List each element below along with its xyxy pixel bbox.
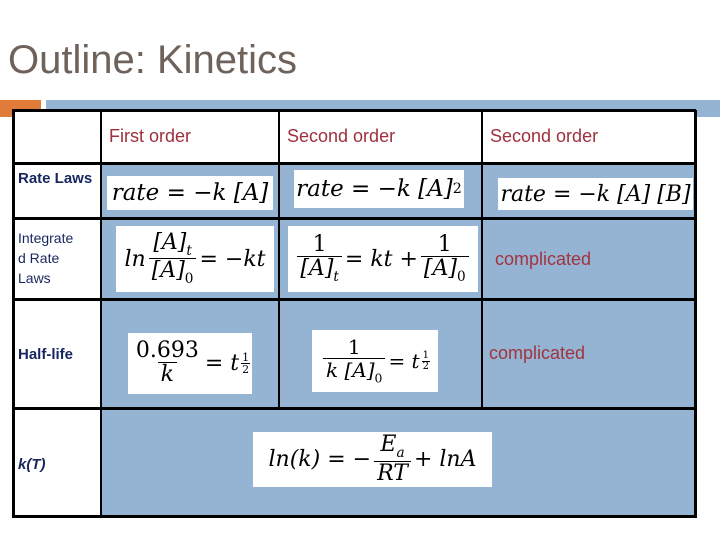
- integrated-complicated-text: complicated: [495, 249, 592, 269]
- table-border-right: [694, 110, 697, 518]
- row-label-line: Laws: [18, 270, 51, 286]
- header-first-order: First order: [109, 126, 192, 146]
- math-text: [B]: [657, 181, 691, 207]
- table-border-bottom: [12, 515, 697, 518]
- math-fraction: 0.693 k: [133, 339, 202, 387]
- math-text: [A]: [617, 181, 651, 207]
- header-cell-second-order-ab: Second order: [482, 110, 695, 163]
- col-divider: [481, 110, 483, 408]
- row-divider: [12, 407, 696, 410]
- math-text: k [A]: [326, 357, 375, 382]
- math-text: a: [396, 445, 405, 462]
- row-label-text: Half-life: [18, 346, 74, 363]
- header-cell-second-order-a: Second order: [279, 110, 482, 163]
- math-text: =: [166, 180, 186, 206]
- math-text: E: [380, 432, 397, 458]
- math-text: = t: [388, 349, 420, 373]
- col-divider: [278, 110, 280, 408]
- math-fraction: [A]t [A]0: [148, 229, 197, 288]
- math-text: −k: [578, 181, 611, 207]
- formula-integrated-second-order: 1 [A]t = kt + 1 [A]0: [288, 226, 478, 292]
- math-text: t: [333, 269, 339, 286]
- formula-half-life-second-order: 1 k [A]0 = t 1 2: [312, 330, 438, 392]
- table-border-left: [12, 110, 15, 517]
- math-text: [A]: [233, 180, 269, 206]
- math-text: rate: [296, 176, 344, 202]
- formula-half-life-first-order: 0.693 k = t 1 2: [128, 333, 252, 394]
- math-text: t: [186, 242, 192, 259]
- math-text: 2: [452, 181, 462, 197]
- math-fraction: Ea RT: [374, 433, 411, 486]
- math-text: RT: [374, 460, 411, 486]
- row-label-k-of-t: k(T): [18, 454, 46, 475]
- row-divider: [12, 162, 696, 165]
- header-second-order-ab: Second order: [490, 126, 599, 146]
- half-life-complicated-text: complicated: [489, 343, 586, 363]
- formula-rate-second-order-ab: rate = −k [A] [B]: [498, 178, 693, 210]
- header-cell-first-order: First order: [101, 110, 279, 163]
- row-label-rate-laws: Rate Laws: [18, 168, 98, 189]
- math-fraction: 1 k [A]0: [323, 334, 386, 386]
- math-text: 2: [422, 360, 429, 372]
- row-divider: [12, 217, 696, 220]
- math-text: =: [351, 176, 371, 202]
- math-text: + lnA: [413, 447, 477, 472]
- math-text: 0.693: [135, 338, 199, 364]
- math-text: −k: [193, 180, 227, 206]
- row-divider: [12, 298, 696, 301]
- formula-rate-second-order: rate = −k [A] 2: [294, 170, 464, 208]
- math-text: rate: [500, 181, 546, 207]
- math-text: 1: [421, 349, 430, 362]
- math-text: 1: [437, 231, 452, 257]
- math-text: [A]: [153, 229, 187, 255]
- table-border-top: [12, 109, 696, 112]
- formula-integrated-first-order: ln [A]t [A]0 = −kt: [116, 226, 274, 292]
- row-label-line: Integrate: [18, 230, 74, 246]
- math-fraction: 1 [A]t: [297, 233, 342, 285]
- header-second-order-a: Second order: [287, 126, 396, 146]
- col-divider: [100, 110, 102, 517]
- math-half: 1 2: [421, 349, 430, 372]
- math-text: [A]: [151, 258, 185, 284]
- formula-rate-first-order: rate = −k [A]: [107, 176, 273, 210]
- math-text: 0: [184, 271, 194, 288]
- header-row: First order Second order Second order: [12, 110, 695, 163]
- math-text: 1: [347, 334, 361, 359]
- row-label-integrated-rate-laws: Integrate d Rate Laws: [18, 228, 100, 288]
- math-text: −k: [377, 176, 411, 202]
- math-text: k: [157, 362, 178, 387]
- math-text: [A]: [418, 176, 453, 202]
- row-label-half-life: Half-life: [18, 344, 73, 365]
- math-text: [A]: [423, 255, 457, 281]
- math-text: = kt +: [344, 246, 418, 272]
- row-label-text: k(T): [18, 456, 46, 473]
- math-text: = −kt: [199, 246, 266, 272]
- formula-arrhenius: ln(k) = − Ea RT + lnA: [253, 432, 492, 487]
- math-text: =: [552, 181, 572, 207]
- kinetics-table: First order Second order Second order Ra…: [12, 109, 697, 518]
- row-label-line: d Rate: [18, 250, 60, 266]
- math-text: rate: [111, 180, 160, 206]
- math-half: 1 2: [241, 352, 251, 376]
- math-text: 2: [242, 363, 250, 376]
- math-text: 0: [456, 269, 466, 286]
- math-fraction: 1 [A]0: [420, 231, 469, 286]
- math-text: ln: [124, 246, 146, 272]
- row-label-text: Rate Laws: [18, 170, 93, 187]
- math-text: ln(k) = −: [268, 447, 372, 472]
- math-text: [A]: [300, 255, 334, 281]
- slide-title: Outline: Kinetics: [8, 38, 298, 82]
- math-text: 0: [374, 370, 383, 386]
- math-text: = t: [204, 351, 240, 376]
- math-text: 1: [312, 231, 327, 257]
